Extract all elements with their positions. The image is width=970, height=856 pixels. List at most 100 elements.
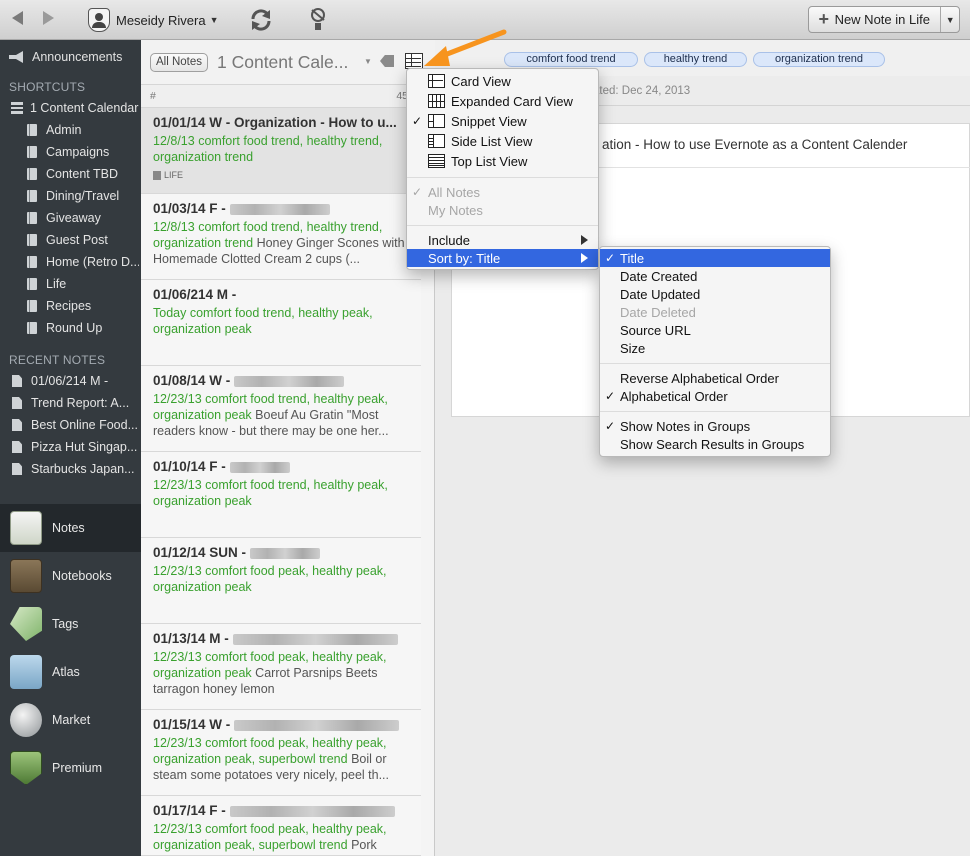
sort-item-reverse-alphabetical[interactable]: Reverse Alphabetical Order [600,369,830,387]
sort-item-search-in-groups[interactable]: Show Search Results in Groups [600,435,830,453]
note-title-text: 01/15/14 W - [153,717,231,732]
tag-filter-icon[interactable] [380,55,394,67]
shortcut-item[interactable]: Round Up [27,318,139,338]
notebook-tag-label: LIFE [164,170,184,180]
back-arrow-icon[interactable] [12,11,23,25]
menu-item-sort-by[interactable]: Sort by: Title [407,249,598,267]
recent-note-item[interactable]: 01/06/214 M - [12,371,139,391]
menu-item-snippet-view[interactable]: ✓ Snippet View [407,112,598,130]
recent-note-item[interactable]: Pizza Hut Singap... [12,437,139,457]
note-card-title: 01/06/214 M - [153,287,237,302]
nav-label: Atlas [52,665,80,679]
tag-pill[interactable]: comfort food trend [504,52,638,67]
sidebar: Announcements SHORTCUTS 1 Content Calend… [0,40,141,856]
note-title[interactable]: ation - How to use Evernote as a Content… [602,137,907,152]
menu-separator [407,225,598,226]
recent-note-label: Trend Report: A... [31,396,130,410]
note-card[interactable]: 01/06/214 M - Today comfort food trend, … [141,280,421,366]
note-date: 12/8/13 [153,134,195,148]
nav-market[interactable]: Market [0,696,141,744]
sort-item-alphabetical[interactable]: ✓ Alphabetical Order [600,387,830,405]
note-card[interactable]: 01/15/14 W - 12/23/13 comfort food peak,… [141,710,421,796]
recent-note-item[interactable]: Best Online Food... [12,415,139,435]
shortcut-item[interactable]: 1 Content Calendar [11,98,139,118]
note-card[interactable]: 01/10/14 F - 12/23/13 comfort food trend… [141,452,421,538]
note-card-body: 12/23/13 comfort food peak, healthy peak… [153,563,411,595]
note-date: Today [153,306,187,320]
menu-item-include[interactable]: Include [407,231,598,249]
menu-item-label: Source URL [620,322,691,338]
menu-item-label: Date Deleted [620,304,696,320]
note-date: 12/23/13 [153,564,202,578]
notebook-title[interactable]: 1 Content Cale... [217,52,348,73]
redacted-text [229,461,290,473]
shortcut-item[interactable]: Dining/Travel [27,186,139,206]
atlas-satellite-icon[interactable] [306,6,330,32]
note-title-text: 01/08/14 W - [153,373,231,388]
chevron-down-icon[interactable]: ▼ [364,57,372,66]
notebook-icon [27,234,37,246]
note-tags: comfort food trend, healthy peak, organi… [153,306,373,336]
recent-note-item[interactable]: Trend Report: A... [12,393,139,413]
nav-notes[interactable]: Notes [0,504,141,552]
shortcut-item[interactable]: Campaigns [27,142,139,162]
note-date: 12/23/13 [153,392,202,406]
sync-icon[interactable] [248,7,274,33]
note-card[interactable]: 01/03/14 F - 12/8/13 comfort food trend,… [141,194,421,280]
tag-pill[interactable]: organization trend [753,52,885,67]
sort-item-date-created[interactable]: Date Created [600,267,830,285]
forward-arrow-icon[interactable] [43,11,54,25]
nav-notebooks[interactable]: Notebooks [0,552,141,600]
shortcut-item[interactable]: Recipes [27,296,139,316]
note-date: 12/23/13 [153,822,202,836]
premium-icon [10,751,42,785]
shortcut-item[interactable]: Content TBD [27,164,139,184]
new-note-dropdown-icon[interactable]: ▼ [941,15,959,25]
notebook-icon [27,322,37,334]
menu-item-label: Date Updated [620,286,701,302]
sort-item-date-updated[interactable]: Date Updated [600,285,830,303]
nav-atlas[interactable]: Atlas [0,648,141,696]
notebook-icon [27,146,37,158]
sort-item-notes-in-groups[interactable]: ✓ Show Notes in Groups [600,417,830,435]
sort-item-title[interactable]: ✓ Title [600,249,830,267]
notebook-icon [27,278,37,290]
new-note-button[interactable]: + New Note in Life ▼ [808,6,960,33]
note-card[interactable]: 01/13/14 M - 12/23/13 comfort food peak,… [141,624,421,710]
nav-tags[interactable]: Tags [0,600,141,648]
shortcut-item[interactable]: Admin [27,120,139,140]
shortcut-item[interactable]: Home (Retro D... [27,252,139,272]
shortcut-item[interactable]: Life [27,274,139,294]
chevron-down-icon: ▼ [209,15,219,25]
note-date: 12/8/13 [153,220,195,234]
recent-note-item[interactable]: Starbucks Japan... [12,459,139,479]
note-date: 12/23/13 [153,650,202,664]
menu-item-side-list-view[interactable]: Side List View [407,132,598,150]
nav-premium[interactable]: Premium [0,744,141,792]
announcements-item[interactable]: Announcements [0,40,141,74]
menu-item-expanded-card-view[interactable]: Expanded Card View [407,92,598,110]
menu-item-label: My Notes [428,202,483,218]
note-date: 12/23/13 [153,736,202,750]
note-card[interactable]: 01/08/14 W - 12/23/13 comfort food trend… [141,366,421,452]
notebook-icon [27,190,37,202]
menu-item-label: Date Created [620,268,698,284]
notebook-icon [27,168,37,180]
sort-item-source-url[interactable]: Source URL [600,321,830,339]
shortcut-item[interactable]: Giveaway [27,208,139,228]
account-switcher[interactable]: Meseidy Rivera ▼ [88,7,219,33]
note-card[interactable]: 01/17/14 F - 12/23/13 comfort food peak,… [141,796,421,856]
sort-item-size[interactable]: Size [600,339,830,357]
submenu-arrow-icon [581,235,588,245]
note-card[interactable]: 01/01/14 W - Organization - How to u... … [141,108,421,194]
note-card[interactable]: 01/12/14 SUN - 12/23/13 comfort food pea… [141,538,421,624]
sort-item-date-deleted: Date Deleted [600,303,830,321]
tag-pill[interactable]: healthy trend [644,52,747,67]
recent-note-label: Pizza Hut Singap... [31,440,138,454]
all-notes-scope-button[interactable]: All Notes [150,53,209,72]
menu-item-top-list-view[interactable]: Top List View [407,152,598,170]
note-card-body: Today comfort food trend, healthy peak, … [153,305,411,337]
shortcut-item[interactable]: Guest Post [27,230,139,250]
note-title-text: 01/10/14 F - [153,459,226,474]
note-icon [12,397,22,409]
